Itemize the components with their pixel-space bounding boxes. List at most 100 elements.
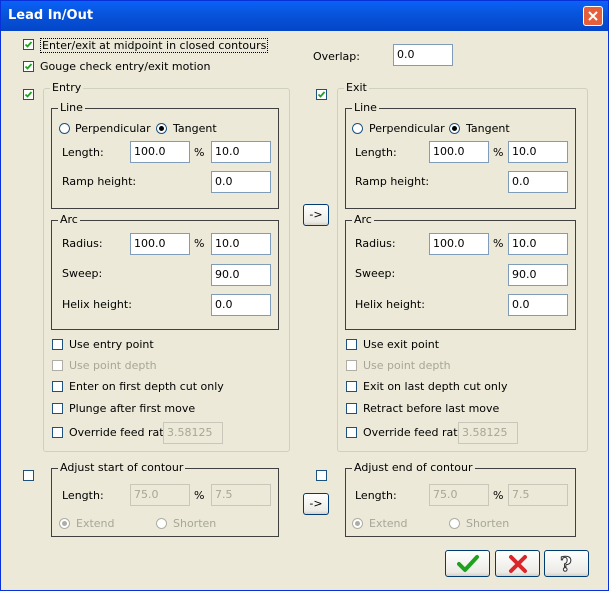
midpoint-label: Enter/exit at midpoint in closed contour… xyxy=(40,38,269,53)
use-entry-point-checkbox[interactable] xyxy=(52,339,63,350)
green-checkmark-icon xyxy=(457,555,479,572)
copy-button-label: -> xyxy=(309,208,323,221)
entry-length-percent-symbol: % xyxy=(194,146,205,159)
use-exit-point-checkbox[interactable] xyxy=(346,339,357,350)
entry-helix-input[interactable]: 0.0 xyxy=(211,294,271,316)
close-button[interactable] xyxy=(583,6,603,26)
exit-perpendicular-label: Perpendicular xyxy=(369,122,445,135)
adjust-end-shorten-radio[interactable] xyxy=(449,518,460,529)
entry-radius-percent-input[interactable]: 100.0 xyxy=(130,233,190,255)
adjust-start-length-input[interactable]: 7.5 xyxy=(211,484,271,506)
exit-length-percent-input[interactable]: 100.0 xyxy=(429,141,489,163)
checkmark-icon xyxy=(24,41,33,48)
svg-text:?: ? xyxy=(560,553,572,575)
entry-radius-label: Radius: xyxy=(62,237,103,250)
entry-use-point-depth-checkbox[interactable] xyxy=(52,360,63,371)
exit-ramp-label: Ramp height: xyxy=(355,175,430,188)
exit-line-title: Line xyxy=(352,101,379,114)
adjust-end-extend-radio[interactable] xyxy=(352,518,363,529)
adjust-end-shorten-label: Shorten xyxy=(466,517,510,530)
exit-length-label: Length: xyxy=(355,146,397,159)
cancel-button[interactable] xyxy=(495,550,540,577)
use-exit-point-label: Use exit point xyxy=(363,338,440,351)
adjust-start-length-label: Length: xyxy=(62,489,104,502)
entry-override-feed-input[interactable]: 3.58125 xyxy=(163,422,223,444)
enter-first-depth-label: Enter on first depth cut only xyxy=(69,380,224,393)
exit-override-feed-label: Override feed rate xyxy=(363,426,465,439)
plunge-after-first-move-label: Plunge after first move xyxy=(69,402,196,415)
entry-sweep-input[interactable]: 90.0 xyxy=(211,264,271,286)
adjust-end-length-input[interactable]: 7.5 xyxy=(508,484,568,506)
exit-override-feed-checkbox[interactable] xyxy=(346,427,357,438)
gouge-checkbox[interactable] xyxy=(23,61,34,72)
adjust-start-shorten-radio[interactable] xyxy=(156,518,167,529)
exit-radius-label: Radius: xyxy=(355,237,396,250)
adjust-end-length-label: Length: xyxy=(355,489,397,502)
entry-perpendicular-label: Perpendicular xyxy=(75,122,151,135)
entry-ramp-input[interactable]: 0.0 xyxy=(211,171,271,193)
exit-perpendicular-radio[interactable] xyxy=(352,123,363,134)
copy-entry-to-exit-button[interactable]: -> xyxy=(303,204,329,226)
question-mark-icon: ? xyxy=(560,553,573,575)
entry-length-input[interactable]: 10.0 xyxy=(211,141,271,163)
overlap-label: Overlap: xyxy=(313,50,360,63)
adjust-start-extend-label: Extend xyxy=(76,517,115,530)
adjust-start-checkbox[interactable] xyxy=(23,470,34,481)
exit-tangent-label: Tangent xyxy=(466,122,510,135)
checkmark-icon xyxy=(24,63,33,70)
entry-length-label: Length: xyxy=(62,146,104,159)
entry-ramp-label: Ramp height: xyxy=(62,175,137,188)
retract-before-last-move-checkbox[interactable] xyxy=(346,403,357,414)
entry-length-percent-input[interactable]: 100.0 xyxy=(130,141,190,163)
plunge-after-first-move-checkbox[interactable] xyxy=(52,403,63,414)
exit-use-point-depth-checkbox[interactable] xyxy=(346,360,357,371)
overlap-input[interactable]: 0.0 xyxy=(393,44,453,66)
entry-arc-title: Arc xyxy=(58,213,80,226)
exit-use-point-depth-label: Use point depth xyxy=(363,359,451,372)
exit-helix-label: Helix height: xyxy=(355,298,425,311)
entry-helix-label: Helix height: xyxy=(62,298,132,311)
exit-group-title: Exit xyxy=(344,81,369,94)
exit-override-feed-input[interactable]: 3.58125 xyxy=(458,422,518,444)
exit-length-input[interactable]: 10.0 xyxy=(508,141,568,163)
exit-sweep-label: Sweep: xyxy=(355,267,396,280)
exit-length-percent-symbol: % xyxy=(493,146,504,159)
ok-button[interactable] xyxy=(445,550,490,577)
entry-perpendicular-radio[interactable] xyxy=(59,123,70,134)
help-button[interactable]: ? xyxy=(544,550,589,577)
exit-tangent-radio[interactable] xyxy=(449,123,460,134)
use-entry-point-label: Use entry point xyxy=(69,338,154,351)
midpoint-checkbox[interactable] xyxy=(23,39,34,50)
exit-sweep-input[interactable]: 90.0 xyxy=(508,264,568,286)
entry-line-title: Line xyxy=(58,101,85,114)
window-title: Lead In/Out xyxy=(8,8,94,23)
entry-override-feed-label: Override feed rate xyxy=(69,426,171,439)
adjust-end-extend-label: Extend xyxy=(369,517,408,530)
entry-radius-input[interactable]: 10.0 xyxy=(211,233,271,255)
entry-tangent-radio[interactable] xyxy=(156,123,167,134)
exit-last-depth-label: Exit on last depth cut only xyxy=(363,380,508,393)
enter-first-depth-checkbox[interactable] xyxy=(52,381,63,392)
retract-before-last-move-label: Retract before last move xyxy=(363,402,500,415)
exit-ramp-input[interactable]: 0.0 xyxy=(508,171,568,193)
exit-radius-percent-input[interactable]: 100.0 xyxy=(429,233,489,255)
adjust-start-length-percent-input[interactable]: 75.0 xyxy=(130,484,190,506)
exit-helix-input[interactable]: 0.0 xyxy=(508,294,568,316)
adjust-end-checkbox[interactable] xyxy=(316,470,327,481)
adjust-end-percent-symbol: % xyxy=(493,489,504,502)
gouge-label: Gouge check entry/exit motion xyxy=(40,60,211,73)
checkmark-icon xyxy=(317,91,326,98)
adjust-start-shorten-label: Shorten xyxy=(173,517,217,530)
adjust-end-length-percent-input[interactable]: 75.0 xyxy=(429,484,489,506)
entry-radius-percent-symbol: % xyxy=(194,237,205,250)
lead-in-out-dialog: Lead In/Out Enter/exit at midpoint in cl… xyxy=(0,0,609,591)
entry-override-feed-checkbox[interactable] xyxy=(52,427,63,438)
exit-checkbox[interactable] xyxy=(316,89,327,100)
adjust-start-title: Adjust start of contour xyxy=(58,461,186,474)
entry-checkbox[interactable] xyxy=(23,89,34,100)
exit-last-depth-checkbox[interactable] xyxy=(346,381,357,392)
copy-adjust-button[interactable]: -> xyxy=(303,493,329,515)
exit-arc-title: Arc xyxy=(352,213,374,226)
adjust-start-extend-radio[interactable] xyxy=(59,518,70,529)
exit-radius-input[interactable]: 10.0 xyxy=(508,233,568,255)
